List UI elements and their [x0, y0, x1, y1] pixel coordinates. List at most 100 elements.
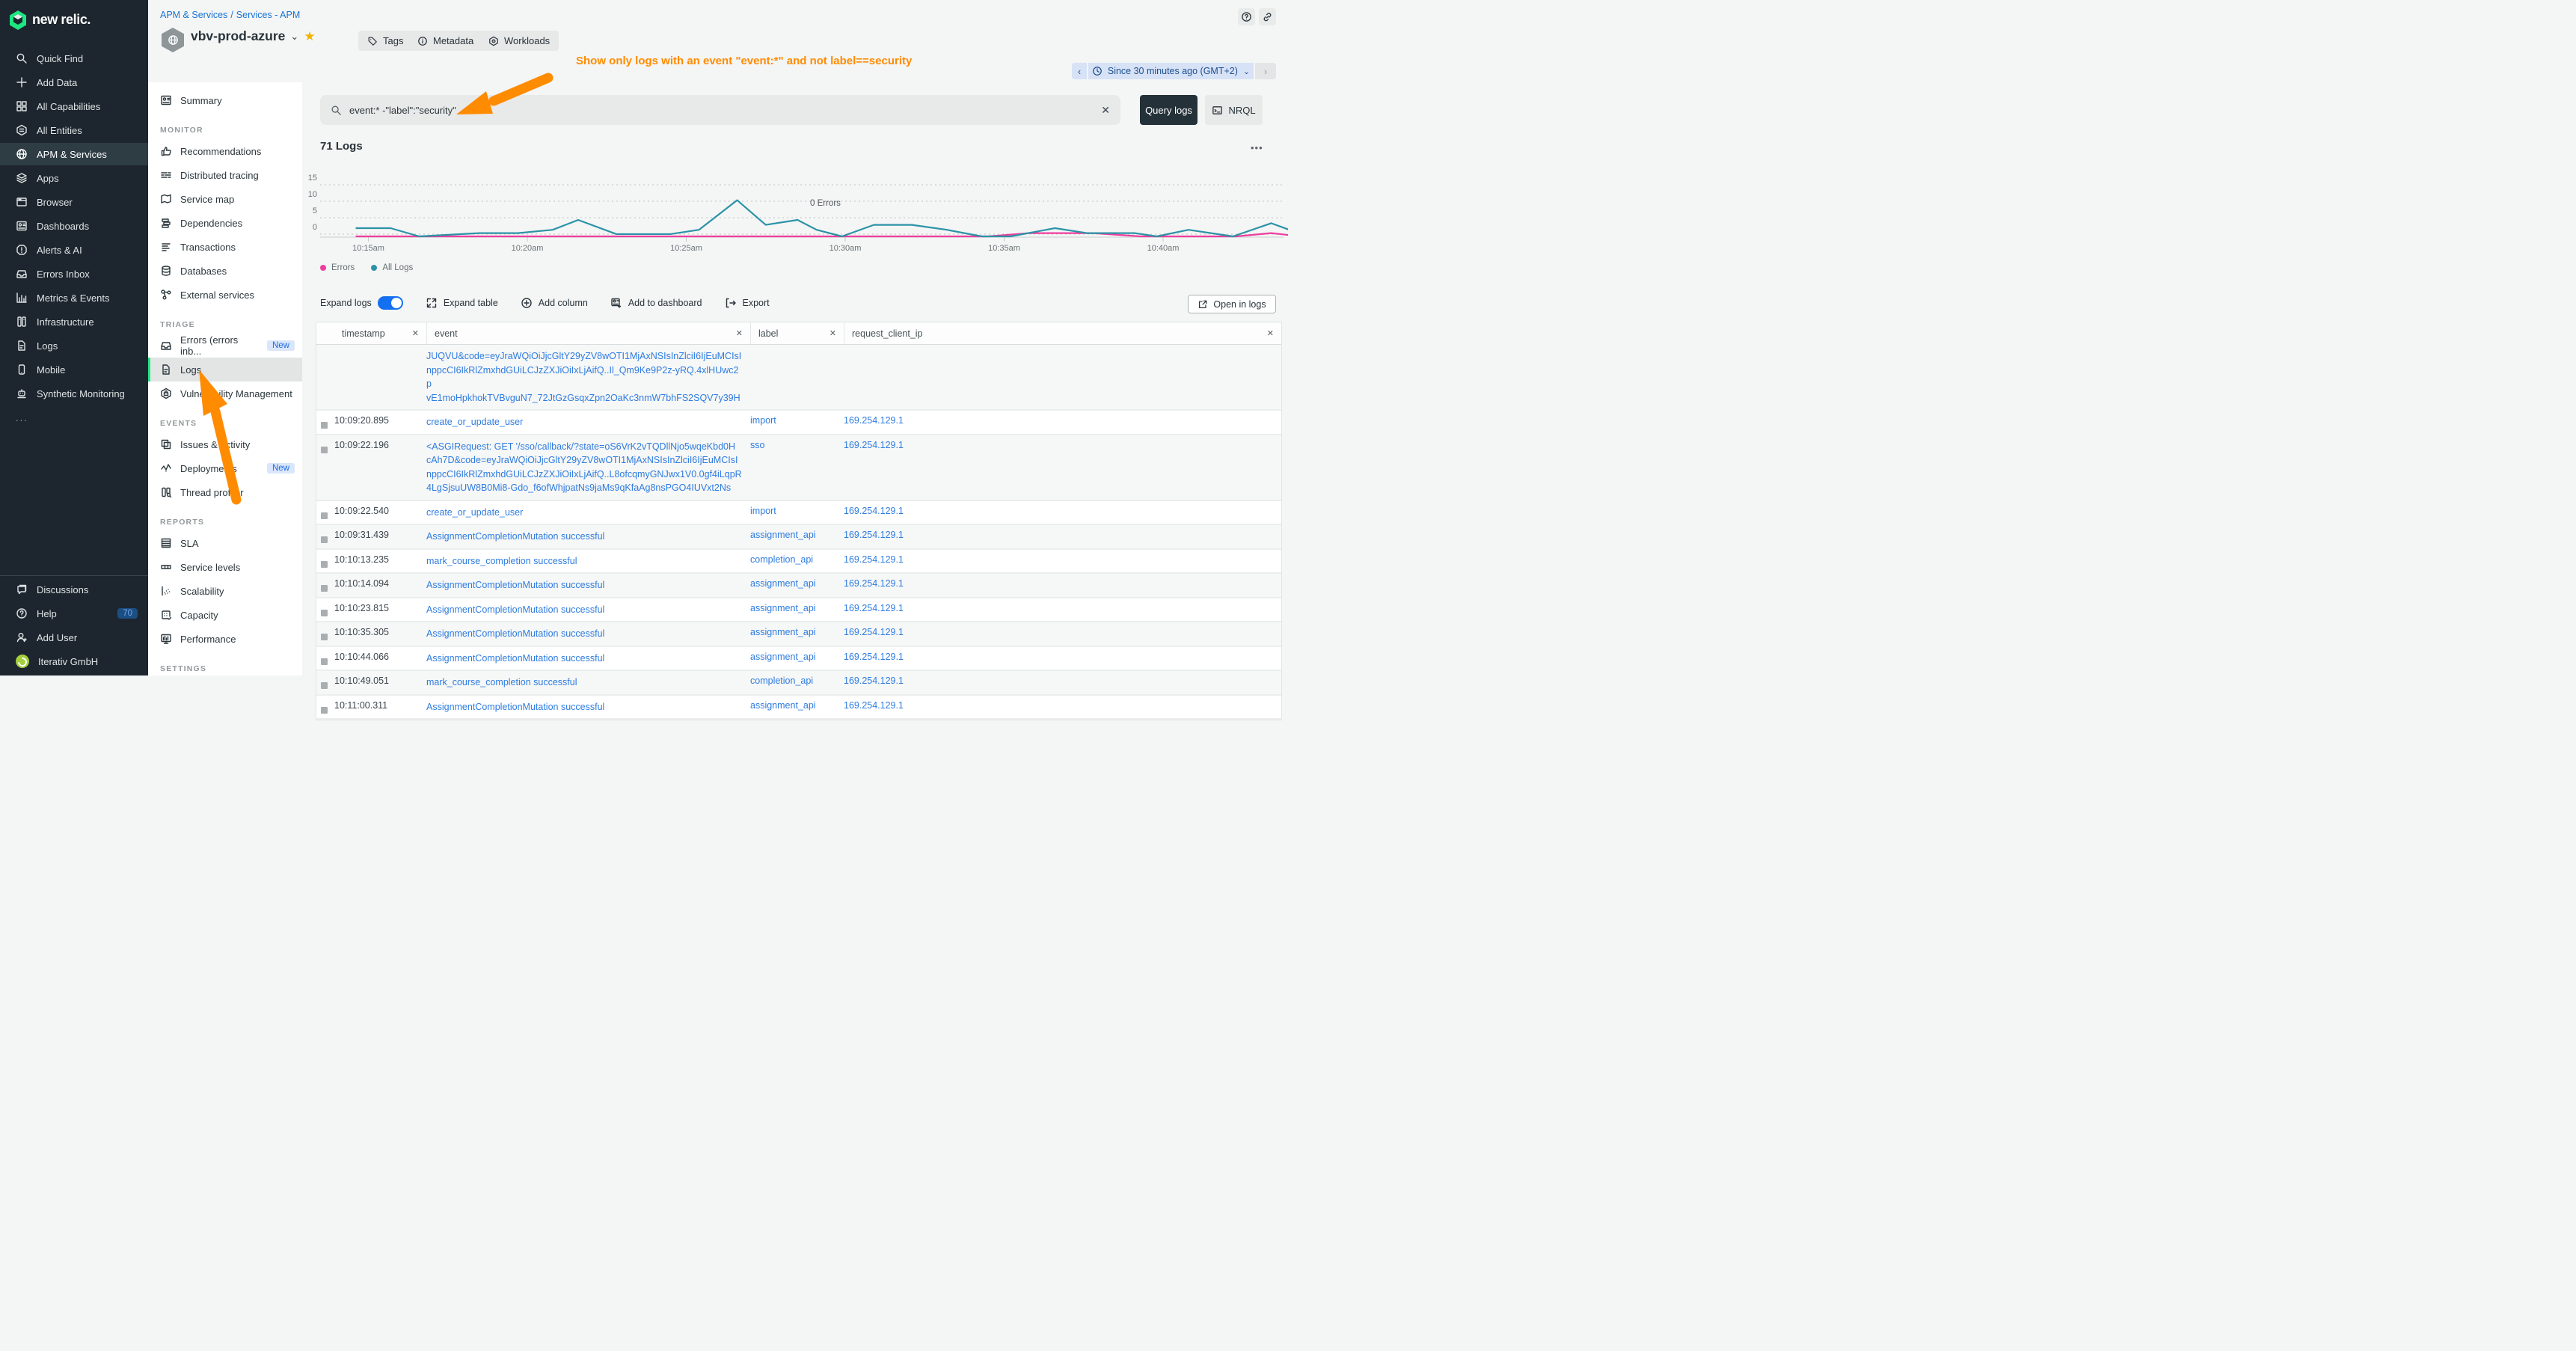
- table-row[interactable]: 10:09:31.439 AssignmentCompletionMutatio…: [316, 525, 1281, 550]
- cell-label-link[interactable]: import: [750, 411, 844, 434]
- table-row[interactable]: 10:10:44.066 AssignmentCompletionMutatio…: [316, 647, 1281, 672]
- timestamp-column-header[interactable]: timestamp✕: [334, 322, 426, 344]
- table-row[interactable]: 10:10:13.235 mark_course_completion succ…: [316, 550, 1281, 575]
- table-row[interactable]: 10:09:22.540 create_or_update_user impor…: [316, 501, 1281, 526]
- cell-label-link[interactable]: assignment_api: [750, 574, 844, 597]
- breadcrumb-link-services-apm[interactable]: Services - APM: [236, 10, 300, 20]
- sidebar-item-account[interactable]: Iterativ GmbH: [0, 650, 148, 673]
- export-button[interactable]: Export: [725, 297, 770, 309]
- service-nav-service-levels[interactable]: Service levels: [148, 555, 302, 579]
- cell-request-client-ip-link[interactable]: 169.254.129.1: [844, 647, 1281, 670]
- sidebar-item-browser[interactable]: Browser: [0, 191, 148, 213]
- sidebar-item-discussions[interactable]: Discussions: [0, 578, 148, 601]
- sidebar-item-all-entities[interactable]: All Entities: [0, 119, 148, 141]
- cell-event-link[interactable]: mark_course_completion successful: [426, 550, 750, 573]
- row-select-icon[interactable]: [321, 422, 328, 429]
- event-column-header[interactable]: event✕: [426, 322, 750, 344]
- cell-request-client-ip-link[interactable]: 169.254.129.1: [844, 622, 1281, 646]
- row-select-icon[interactable]: [321, 682, 328, 689]
- expand-logs-toggle[interactable]: [378, 296, 403, 310]
- legend-item-errors[interactable]: Errors: [320, 263, 355, 272]
- table-row[interactable]: 10:10:14.094 AssignmentCompletionMutatio…: [316, 574, 1281, 598]
- sidebar-item-more[interactable]: ...: [0, 406, 148, 429]
- cell-request-client-ip-link[interactable]: 169.254.129.1: [844, 598, 1281, 622]
- legend-item-all-logs[interactable]: All Logs: [371, 263, 413, 272]
- row-select-icon[interactable]: [321, 536, 328, 543]
- sidebar-item-quick-find[interactable]: Quick Find: [0, 47, 148, 70]
- row-select-icon[interactable]: [321, 447, 328, 453]
- sidebar-item-metrics-events[interactable]: Metrics & Events: [0, 287, 148, 309]
- label-column-header[interactable]: label✕: [750, 322, 844, 344]
- metadata-button[interactable]: Metadata: [408, 31, 482, 51]
- service-nav-thread-profiler[interactable]: Thread profiler: [148, 480, 302, 504]
- copy-permalink-button[interactable]: [1259, 8, 1276, 25]
- sidebar-item-dashboards[interactable]: Dashboards: [0, 215, 148, 237]
- cell-label-link[interactable]: completion_api: [750, 550, 844, 573]
- cell-event-link[interactable]: mark_course_completion successful: [426, 671, 750, 694]
- sidebar-item-errors-inbox[interactable]: Errors Inbox: [0, 263, 148, 285]
- time-picker-back-button[interactable]: ‹: [1072, 63, 1087, 79]
- cell-event-link[interactable]: AssignmentCompletionMutation successful: [426, 696, 750, 719]
- workloads-button[interactable]: Workloads: [479, 31, 559, 51]
- tags-button[interactable]: Tags: [358, 31, 412, 51]
- cell-event-link[interactable]: create_or_update_user: [426, 411, 750, 434]
- table-row[interactable]: JUQVU&code=eyJraWQiOiJjcGltY29yZV8wOTI1M…: [316, 345, 1281, 411]
- cell-event-link[interactable]: AssignmentCompletionMutation successful: [426, 525, 750, 548]
- sidebar-item-all-capabilities[interactable]: All Capabilities: [0, 95, 148, 117]
- table-row[interactable]: 10:10:35.305 AssignmentCompletionMutatio…: [316, 622, 1281, 647]
- add-to-dashboard-button[interactable]: Add to dashboard: [610, 297, 702, 309]
- sidebar-item-add-data[interactable]: Add Data: [0, 71, 148, 94]
- cell-request-client-ip-link[interactable]: 169.254.129.1: [844, 501, 1281, 524]
- row-select-icon[interactable]: [321, 634, 328, 640]
- sidebar-item-infrastructure[interactable]: Infrastructure: [0, 310, 148, 333]
- cell-event-link[interactable]: AssignmentCompletionMutation successful: [426, 574, 750, 597]
- sidebar-item-synthetic-monitoring[interactable]: Synthetic Monitoring: [0, 382, 148, 405]
- favorite-star-icon[interactable]: ★: [304, 29, 315, 44]
- open-in-logs-button[interactable]: Open in logs: [1188, 295, 1276, 313]
- cell-label-link[interactable]: assignment_api: [750, 622, 844, 646]
- row-select-icon[interactable]: [321, 610, 328, 616]
- table-row[interactable]: 10:11:00.311 AssignmentCompletionMutatio…: [316, 696, 1281, 720]
- cell-event-link[interactable]: AssignmentCompletionMutation successful: [426, 598, 750, 622]
- nrql-button[interactable]: NRQL: [1205, 95, 1263, 125]
- cell-request-client-ip-link[interactable]: [844, 345, 1281, 409]
- cell-request-client-ip-link[interactable]: 169.254.129.1: [844, 435, 1281, 500]
- row-select-icon[interactable]: [321, 512, 328, 519]
- sidebar-item-add-user[interactable]: Add User: [0, 626, 148, 649]
- service-nav-dependencies[interactable]: Dependencies: [148, 211, 302, 235]
- expand-logs-control[interactable]: Expand logs: [320, 296, 403, 310]
- sidebar-item-apps[interactable]: Apps: [0, 167, 148, 189]
- table-row[interactable]: 10:09:20.895 create_or_update_user impor…: [316, 411, 1281, 435]
- service-nav-recommendations[interactable]: Recommendations: [148, 139, 302, 163]
- cell-event-link[interactable]: AssignmentCompletionMutation successful: [426, 622, 750, 646]
- log-query-bar[interactable]: event:* -"label":"security" ✕: [320, 95, 1120, 125]
- cell-event-link[interactable]: create_or_update_user: [426, 501, 750, 524]
- expand-table-button[interactable]: Expand table: [426, 297, 498, 309]
- remove-column-icon[interactable]: ✕: [1267, 328, 1274, 338]
- breadcrumb-link-apm-services[interactable]: APM & Services: [160, 10, 227, 20]
- service-nav-issues-activity[interactable]: Issues & activity: [148, 432, 302, 456]
- cell-label-link[interactable]: completion_api: [750, 671, 844, 694]
- sidebar-item-logs[interactable]: Logs: [0, 334, 148, 357]
- cell-label-link[interactable]: import: [750, 501, 844, 524]
- cell-request-client-ip-link[interactable]: 169.254.129.1: [844, 525, 1281, 548]
- more-options-icon[interactable]: •••: [1251, 142, 1263, 153]
- service-nav-performance[interactable]: Performance: [148, 627, 302, 651]
- table-row[interactable]: 10:10:49.051 mark_course_completion succ…: [316, 671, 1281, 696]
- service-nav-vulnerability-management[interactable]: Vulnerability Management: [148, 382, 302, 405]
- new-relic-logo[interactable]: new relic.: [9, 10, 91, 30]
- cell-label-link[interactable]: sso: [750, 435, 844, 500]
- service-nav-databases[interactable]: Databases: [148, 259, 302, 283]
- query-input[interactable]: event:* -"label":"security": [349, 105, 1094, 116]
- add-column-button[interactable]: Add column: [521, 297, 588, 309]
- cell-event-link[interactable]: JUQVU&code=eyJraWQiOiJjcGltY29yZV8wOTI1M…: [426, 345, 750, 409]
- row-select-icon[interactable]: [321, 707, 328, 714]
- query-logs-button[interactable]: Query logs: [1140, 95, 1197, 125]
- request-client-ip-column-header[interactable]: request_client_ip✕: [844, 322, 1281, 344]
- service-nav-capacity[interactable]: Capacity: [148, 603, 302, 627]
- sidebar-item-mobile[interactable]: Mobile: [0, 358, 148, 381]
- remove-column-icon[interactable]: ✕: [412, 328, 419, 338]
- cell-label-link[interactable]: assignment_api: [750, 525, 844, 548]
- cell-request-client-ip-link[interactable]: 169.254.129.1: [844, 411, 1281, 434]
- page-title[interactable]: vbv-prod-azure: [191, 28, 285, 44]
